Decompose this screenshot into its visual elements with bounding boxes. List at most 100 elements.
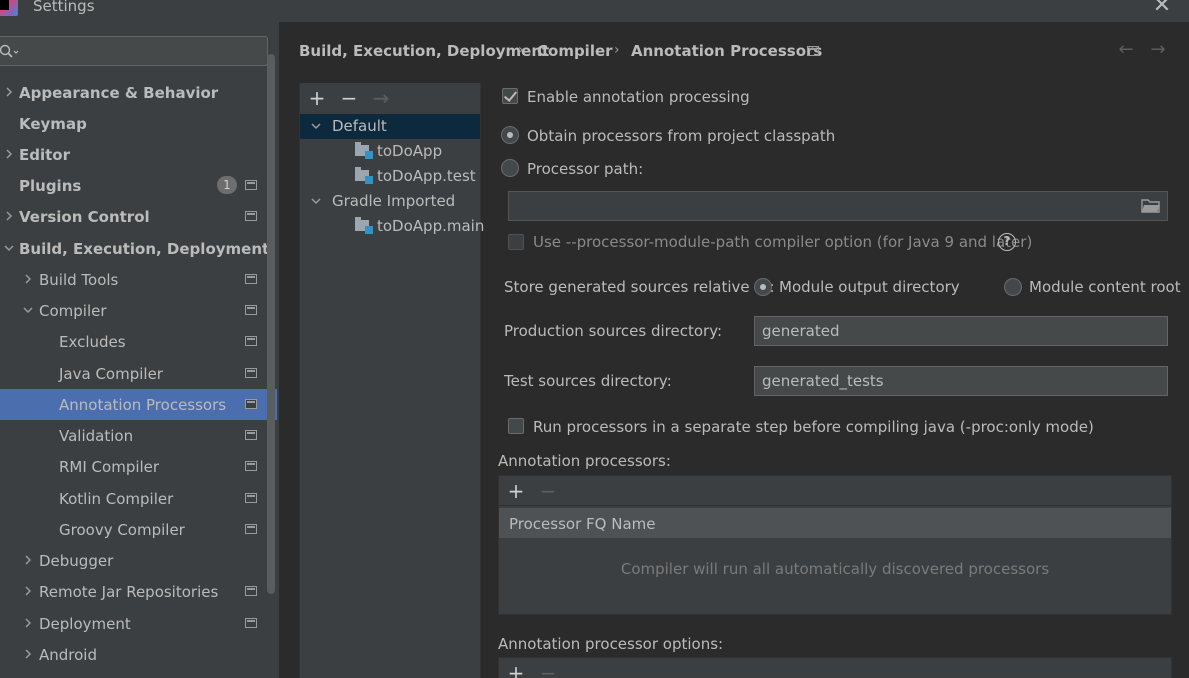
processor-options-table: + − bbox=[498, 657, 1172, 678]
sidebar-item[interactable]: Groovy Compiler bbox=[0, 514, 265, 545]
sidebar-item[interactable]: Appearance & Behavior bbox=[0, 77, 265, 108]
close-button[interactable]: ✕ bbox=[1150, 0, 1174, 18]
project-scope-icon bbox=[245, 211, 257, 221]
remove-option-button[interactable]: − bbox=[537, 662, 559, 678]
sidebar-item[interactable]: Validation bbox=[0, 420, 265, 451]
chevron-right-icon[interactable] bbox=[3, 148, 15, 160]
sidebar-item[interactable]: Java Compiler bbox=[0, 358, 265, 389]
search-icon bbox=[0, 44, 19, 58]
add-processor-button[interactable]: + bbox=[505, 480, 527, 502]
obtain-classpath-label: Obtain processors from project classpath bbox=[527, 127, 836, 145]
obtain-classpath-radio[interactable] bbox=[501, 126, 519, 144]
sidebar-item[interactable]: Deployment bbox=[0, 608, 265, 639]
settings-search-input[interactable] bbox=[21, 41, 261, 61]
chevron-right-icon[interactable] bbox=[22, 554, 34, 566]
chevron-right-icon[interactable] bbox=[22, 585, 34, 597]
sidebar-item-label: Groovy Compiler bbox=[59, 520, 185, 539]
sidebar-item[interactable]: Remote Jar Repositories bbox=[0, 576, 265, 607]
sidebar-item[interactable]: Annotation Processors bbox=[0, 389, 277, 420]
sidebar-item[interactable]: Keymap bbox=[0, 108, 265, 139]
enable-annotation-label: Enable annotation processing bbox=[527, 88, 750, 106]
sidebar-item-label: Kotlin Compiler bbox=[59, 489, 174, 508]
chevron-right-icon[interactable] bbox=[22, 617, 34, 629]
project-scope-icon bbox=[245, 180, 257, 190]
remove-processor-button[interactable]: − bbox=[537, 480, 559, 502]
add-profile-button[interactable]: + bbox=[306, 87, 328, 109]
processor-options-title: Annotation processor options: bbox=[498, 635, 724, 653]
chevron-right-icon[interactable] bbox=[22, 273, 34, 285]
back-button[interactable]: ← bbox=[1115, 40, 1137, 60]
breadcrumb-item[interactable]: Compiler bbox=[537, 42, 613, 60]
chevron-down-icon[interactable] bbox=[3, 242, 15, 254]
module-node[interactable]: toDoApp.test bbox=[300, 164, 480, 189]
settings-search-box[interactable] bbox=[0, 36, 268, 66]
chevron-down-icon[interactable] bbox=[310, 120, 322, 132]
project-scope-icon bbox=[245, 368, 257, 378]
module-node[interactable]: toDoApp.main bbox=[300, 214, 484, 239]
remove-profile-button[interactable]: − bbox=[338, 87, 360, 109]
sidebar-item-label: Validation bbox=[59, 426, 134, 445]
module-output-radio[interactable] bbox=[754, 278, 772, 296]
sidebar-item[interactable]: Build Tools bbox=[0, 264, 265, 295]
sidebar-item[interactable]: Excludes bbox=[0, 326, 265, 357]
sidebar-scrollbar[interactable] bbox=[267, 54, 275, 594]
module-content-label: Module content root bbox=[1029, 278, 1181, 296]
module-path-checkbox[interactable] bbox=[508, 234, 524, 250]
tree-node-label: toDoApp.test bbox=[377, 167, 476, 185]
tree-node-label: Default bbox=[332, 117, 387, 135]
chevron-down-icon[interactable] bbox=[310, 195, 322, 207]
move-module-button[interactable]: → bbox=[370, 87, 392, 109]
sidebar-item[interactable]: Debugger bbox=[0, 545, 265, 576]
tree-node-label: toDoApp bbox=[377, 142, 443, 160]
forward-button[interactable]: → bbox=[1147, 40, 1169, 60]
add-option-button[interactable]: + bbox=[505, 662, 527, 678]
sidebar-item[interactable]: RMI Compiler bbox=[0, 451, 265, 482]
sidebar-item-label: Appearance & Behavior bbox=[19, 83, 219, 102]
separate-step-checkbox[interactable] bbox=[508, 418, 524, 434]
processor-path-input[interactable] bbox=[508, 191, 1168, 221]
sidebar-item-label: Keymap bbox=[19, 114, 87, 133]
sidebar-item-label: Editor bbox=[19, 145, 70, 164]
profiles-panel: + − → Default toDoApp toDoApp.test Gradle I… bbox=[299, 83, 484, 678]
project-scope-icon bbox=[245, 586, 257, 596]
chevron-right-icon[interactable] bbox=[3, 210, 15, 222]
production-dir-input[interactable] bbox=[754, 316, 1168, 346]
browse-folder-icon[interactable] bbox=[1141, 197, 1161, 215]
profile-node[interactable]: Default bbox=[300, 114, 480, 139]
sidebar-item-label: Version Control bbox=[19, 207, 150, 226]
project-scope-icon bbox=[245, 461, 257, 471]
processor-fq-name-header[interactable]: Processor FQ Name bbox=[499, 508, 1171, 538]
chevron-down-icon[interactable] bbox=[22, 304, 34, 316]
sidebar-item[interactable]: Kotlin Compiler bbox=[0, 483, 265, 514]
sidebar-item-label: Excludes bbox=[59, 332, 126, 351]
chevron-right-icon[interactable] bbox=[22, 648, 34, 660]
sidebar-item[interactable]: Editor bbox=[0, 139, 265, 170]
sidebar-item[interactable]: Plugins 1 bbox=[0, 170, 265, 201]
profile-node[interactable]: Gradle Imported bbox=[300, 189, 480, 214]
project-scope-icon bbox=[245, 336, 257, 346]
tree-node-label: toDoApp.main bbox=[377, 217, 485, 235]
sidebar-item-label: Debugger bbox=[39, 551, 114, 570]
enable-annotation-checkbox[interactable] bbox=[502, 88, 518, 104]
module-path-label: Use --processor-module-path compiler opt… bbox=[533, 233, 1033, 251]
chevron-right-icon[interactable] bbox=[3, 86, 15, 98]
sidebar-item-label: Compiler bbox=[39, 301, 107, 320]
sidebar-item[interactable]: Build, Execution, Deployment bbox=[0, 233, 269, 264]
module-content-radio[interactable] bbox=[1004, 278, 1022, 296]
project-scope-icon bbox=[245, 305, 257, 315]
sidebar-item-label: RMI Compiler bbox=[59, 457, 160, 476]
sidebar-item[interactable]: Compiler bbox=[0, 295, 265, 326]
breadcrumb-item[interactable]: Build, Execution, Deployment bbox=[299, 42, 549, 60]
test-dir-label: Test sources directory: bbox=[504, 372, 672, 390]
sidebar-item-label: Deployment bbox=[39, 614, 131, 633]
help-icon[interactable]: ? bbox=[998, 233, 1016, 251]
processor-path-radio[interactable] bbox=[501, 159, 519, 177]
sidebar-item[interactable]: Version Control bbox=[0, 201, 265, 232]
project-scope-icon bbox=[245, 399, 257, 409]
sidebar-item-label: Plugins bbox=[19, 176, 82, 195]
module-node[interactable]: toDoApp bbox=[300, 139, 480, 164]
test-dir-input[interactable] bbox=[754, 366, 1168, 396]
project-scope-icon bbox=[245, 430, 257, 440]
separate-step-label: Run processors in a separate step before… bbox=[533, 418, 1094, 436]
sidebar-item[interactable]: Android bbox=[0, 639, 265, 670]
